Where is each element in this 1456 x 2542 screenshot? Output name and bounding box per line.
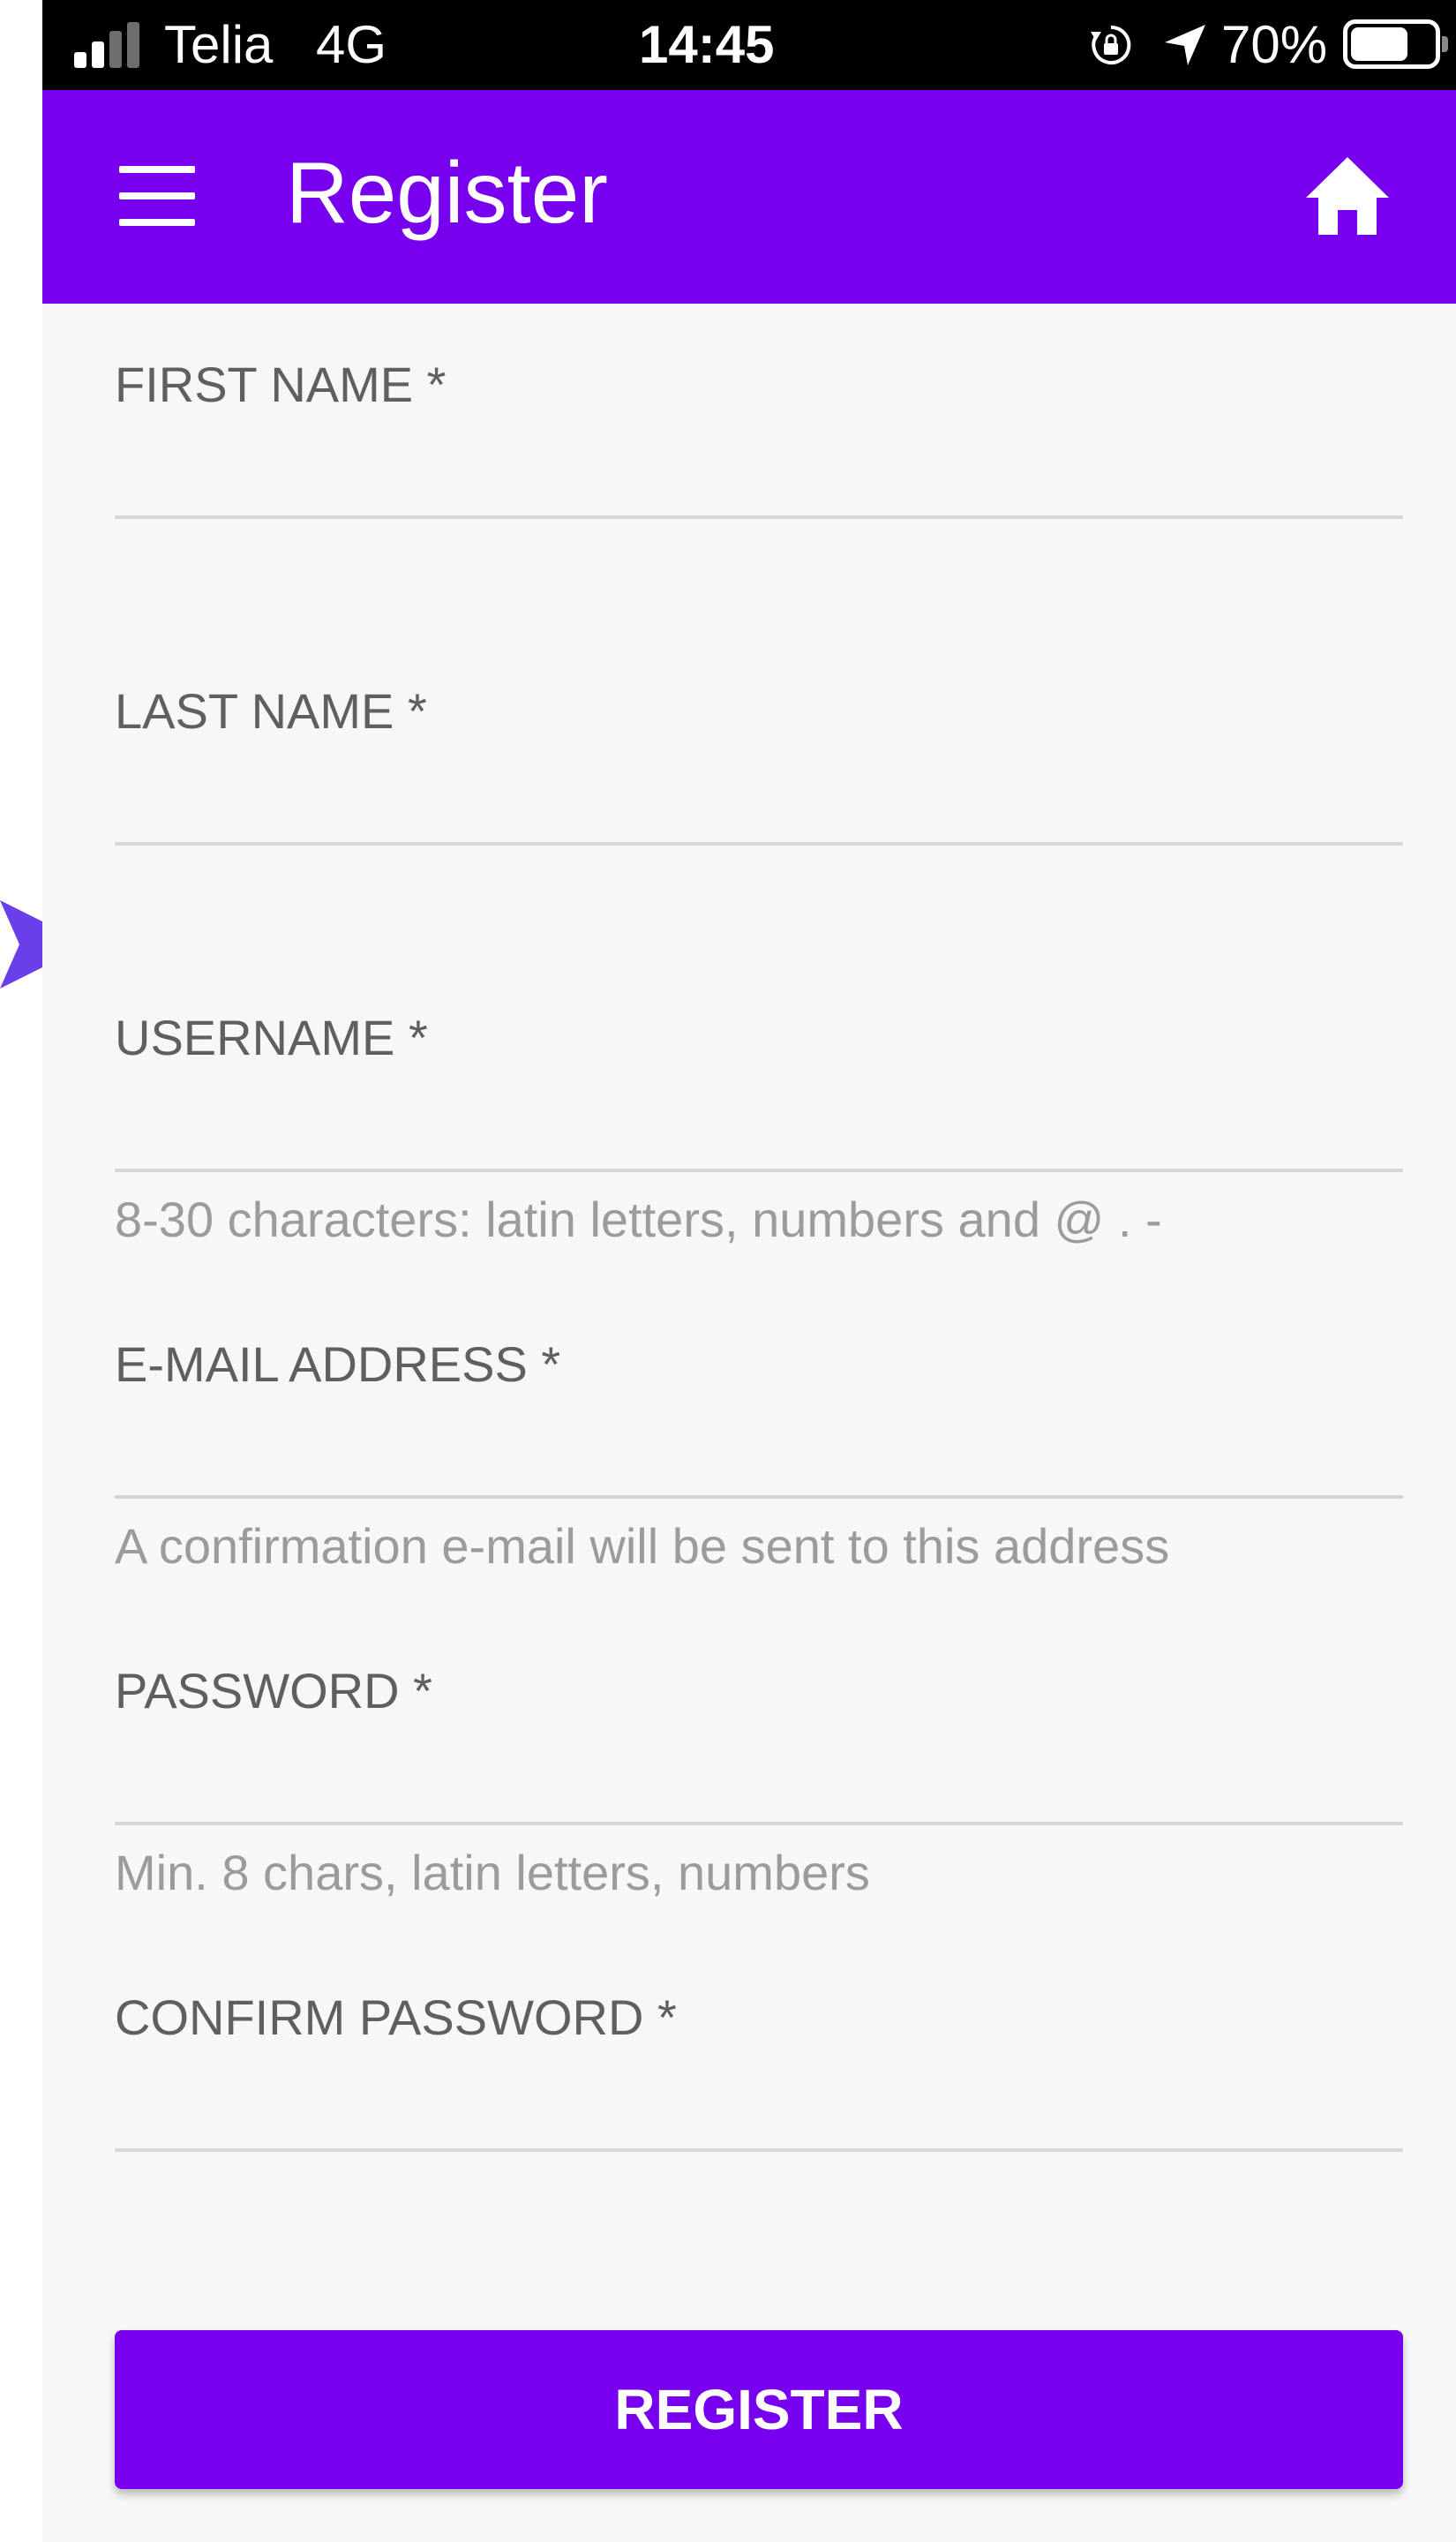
register-button[interactable]: REGISTER (115, 2330, 1403, 2489)
battery-percentage: 70% (1221, 15, 1328, 74)
carrier-name: Telia (164, 15, 274, 74)
username-hint: 8-30 characters: latin letters, numbers … (115, 1192, 1162, 1247)
orientation-lock-icon (1091, 25, 1131, 64)
hamburger-menu-icon[interactable] (113, 161, 201, 231)
last-name-input[interactable] (115, 757, 1403, 846)
network-type: 4G (316, 15, 387, 74)
first-name-input[interactable] (115, 431, 1403, 519)
page-title: Register (286, 144, 608, 241)
location-arrow-icon (1165, 25, 1205, 65)
password-label: PASSWORD * (115, 1663, 432, 1718)
app-bar: Register (42, 90, 1456, 304)
email-hint: A confirmation e-mail will be sent to th… (115, 1518, 1170, 1574)
username-label: USERNAME * (115, 1010, 428, 1065)
home-icon[interactable] (1299, 148, 1396, 245)
screenshot-frame: Telia 4G 14:45 70% Register FIRST NAME *… (0, 0, 1456, 2542)
confirm-password-input[interactable] (115, 2064, 1403, 2152)
clock-time: 14:45 (639, 15, 775, 74)
status-bar: Telia 4G 14:45 70% (42, 0, 1456, 90)
last-name-label: LAST NAME * (115, 683, 427, 739)
confirm-password-label: CONFIRM PASSWORD * (115, 1989, 677, 2045)
battery-tip (1442, 36, 1448, 52)
email-label: E-MAIL ADDRESS * (115, 1336, 561, 1392)
battery-icon (1343, 19, 1448, 69)
signal-icon (74, 22, 145, 68)
phone-screen: Telia 4G 14:45 70% Register FIRST NAME *… (42, 0, 1456, 2542)
password-input[interactable] (115, 1737, 1403, 1825)
email-input[interactable] (115, 1410, 1403, 1499)
password-hint: Min. 8 chars, latin letters, numbers (115, 1845, 870, 1900)
battery-level-fill (1351, 27, 1407, 61)
first-name-label: FIRST NAME * (115, 357, 447, 412)
username-input[interactable] (115, 1084, 1403, 1172)
